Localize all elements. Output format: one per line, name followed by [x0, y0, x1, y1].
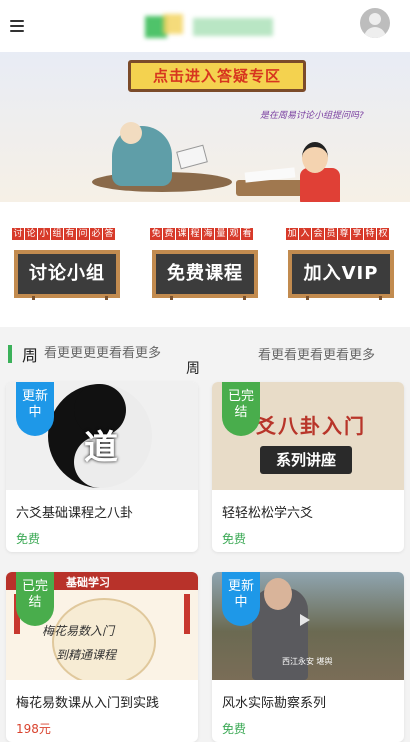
category-tag: 讨论小组有问必答 [12, 228, 115, 242]
tag-char: 问 [77, 228, 89, 240]
course-price: 198元 [16, 722, 51, 736]
banner-subtext: 是在周易讨论小组提问吗? [260, 111, 364, 121]
section-header: 周 看更更更更看看更多 周 看更看更看更看更多 [0, 336, 410, 377]
category-board[interactable]: 免费课程 [152, 250, 258, 298]
tag-char: 免 [150, 228, 162, 240]
tag-char: 有 [64, 228, 76, 240]
board-legs [170, 296, 246, 300]
category-tag: 免费课程海量观看 [150, 228, 253, 242]
tag-char: 观 [228, 228, 240, 240]
course-title[interactable]: 轻轻松松学六爻 [212, 490, 404, 522]
user-avatar[interactable] [360, 8, 390, 38]
moon-circle [52, 598, 156, 680]
banner-boy-head [302, 142, 328, 173]
menu-icon[interactable] [10, 20, 24, 32]
thumb-line: 梅花易数入门 [42, 624, 115, 638]
thumb-text: 道 [84, 428, 118, 468]
course-title[interactable]: 梅花易数课从入门到实践 [6, 680, 198, 712]
section-title-ghost: 周 [186, 361, 200, 377]
course-thumbnail[interactable]: 爻八卦入门 系列讲座 已完结 [212, 382, 404, 490]
course-price: 免费 [16, 532, 41, 546]
tag-char: 海 [202, 228, 214, 240]
thumb-roof-text: 基础学习 [66, 576, 110, 589]
category-tag: 加入会员尊享特权 [286, 228, 389, 242]
tag-char: 享 [351, 228, 363, 240]
section-title: 周 [22, 346, 39, 365]
course-price: 免费 [222, 722, 247, 736]
tag-char: 员 [325, 228, 337, 240]
course-card[interactable]: 道 更新中 六爻基础课程之八卦 免费 [6, 382, 198, 552]
knot-ornament [184, 594, 190, 634]
category-board[interactable]: 加入VIP [288, 250, 394, 298]
section-accent-bar [8, 345, 12, 363]
see-more-link-left[interactable]: 看更更更更看看更多 [44, 342, 161, 361]
category-board[interactable]: 讨论小组 [14, 250, 120, 298]
status-badge: 更新中 [222, 572, 260, 626]
tag-char: 加 [286, 228, 298, 240]
banner-book [176, 144, 208, 170]
course-thumbnail[interactable]: 道 更新中 [6, 382, 198, 490]
tag-char: 量 [215, 228, 227, 240]
course-title[interactable]: 六爻基础课程之八卦 [6, 490, 198, 522]
category-discussion-group[interactable]: 讨论小组有问必答 讨论小组 [12, 228, 122, 300]
banner-boy-figure [300, 168, 340, 202]
course-card[interactable]: 基础学习 梅花易数入门 到精通课程 已完结 梅花易数课从入门到实践 198元 [6, 572, 198, 742]
tag-char: 权 [377, 228, 389, 240]
tag-char: 入 [299, 228, 311, 240]
tag-char: 课 [176, 228, 188, 240]
thumb-stamp: 系列讲座 [260, 446, 352, 474]
course-title[interactable]: 风水实际勘察系列 [212, 680, 404, 712]
tag-char: 论 [25, 228, 37, 240]
thumb-heading: 爻八卦入门 [256, 414, 366, 438]
site-logo[interactable] [145, 12, 275, 42]
see-more-link-right[interactable]: 看更看更看更看更多 [258, 344, 375, 363]
play-icon[interactable] [300, 614, 310, 626]
tag-char: 答 [103, 228, 115, 240]
top-header [0, 0, 410, 52]
tag-char: 看 [241, 228, 253, 240]
tag-char: 组 [51, 228, 63, 240]
thumb-line: 到精通课程 [56, 648, 117, 662]
tag-char: 程 [189, 228, 201, 240]
tag-char: 讨 [12, 228, 24, 240]
status-badge: 已完结 [222, 382, 260, 436]
course-card[interactable]: 西江永安 堪舆 更新中 风水实际勘察系列 免费 [212, 572, 404, 742]
tag-char: 特 [364, 228, 376, 240]
tag-char: 会 [312, 228, 324, 240]
course-thumbnail[interactable]: 西江永安 堪舆 更新中 [212, 572, 404, 680]
status-badge: 已完结 [16, 572, 54, 626]
banner-elder-head [120, 122, 142, 144]
category-section: 讨论小组有问必答 讨论小组 免费课程海量观看 免费课程 加入会员尊享特权 加入V… [0, 202, 410, 327]
banner-sign[interactable]: 点击进入答疑专区 [128, 60, 306, 92]
tag-char: 小 [38, 228, 50, 240]
presenter-face [264, 578, 292, 610]
thumb-caption: 西江永安 堪舆 [282, 657, 333, 666]
tag-char: 费 [163, 228, 175, 240]
category-free-courses[interactable]: 免费课程海量观看 免费课程 [150, 228, 260, 300]
course-price: 免费 [222, 532, 247, 546]
tag-char: 尊 [338, 228, 350, 240]
board-legs [306, 296, 382, 300]
tag-char: 必 [90, 228, 102, 240]
status-badge: 更新中 [16, 382, 54, 436]
board-legs [32, 296, 108, 300]
category-join-vip[interactable]: 加入会员尊享特权 加入VIP [286, 228, 396, 300]
course-card[interactable]: 爻八卦入门 系列讲座 已完结 轻轻松松学六爻 免费 [212, 382, 404, 552]
qa-banner[interactable]: 点击进入答疑专区 是在周易讨论小组提问吗? [0, 52, 410, 202]
course-thumbnail[interactable]: 基础学习 梅花易数入门 到精通课程 已完结 [6, 572, 198, 680]
